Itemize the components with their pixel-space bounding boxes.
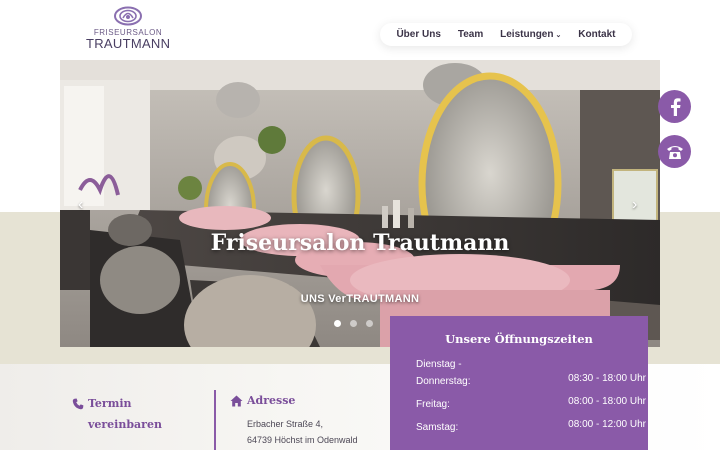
appointment-title[interactable]: Termin vereinbaren [72, 393, 192, 435]
address-street: Erbacher Straße 4, [247, 419, 324, 429]
address-title: Adresse [230, 393, 380, 409]
hours-time: 08:00 - 12:00 Uhr [568, 419, 646, 430]
nav-item-leistungen[interactable]: Leistungen ⌄ [500, 29, 561, 40]
slider-prev-arrow-icon[interactable]: ‹ [78, 196, 83, 214]
hours-time: 08:30 - 18:00 Uhr [568, 373, 646, 384]
hours-day-line1: Dienstag - [416, 359, 462, 370]
phone-button[interactable] [658, 135, 691, 168]
appointment-title-line2: vereinbaren [88, 418, 162, 431]
site-header: FRISEURSALON TRAUTMANN Über Uns Team Lei… [0, 0, 720, 60]
chevron-down-icon: ⌄ [555, 32, 562, 39]
slider-dots [334, 320, 373, 327]
slider-dot-1[interactable] [334, 320, 341, 327]
facebook-icon [670, 97, 680, 116]
hero-slider: Friseursalon Trautmann UNS VerTRAUTMANN [60, 60, 660, 347]
address-block: Adresse Erbacher Straße 4, 64739 Höchst … [230, 393, 380, 448]
slider-next-arrow-icon[interactable]: › [632, 196, 637, 214]
home-icon [230, 395, 243, 407]
hours-day: Samstag: [416, 422, 459, 433]
appointment-block: Termin vereinbaren [72, 393, 192, 435]
hours-day: Dienstag - Donnerstag: [416, 356, 470, 390]
nav-item-ueber-uns[interactable]: Über Uns [396, 29, 440, 40]
nav-item-leistungen-label: Leistungen [500, 29, 554, 40]
nav-item-team[interactable]: Team [458, 29, 483, 40]
hero-subtitle: UNS VerTRAUTMANN [300, 293, 420, 305]
hours-day: Freitag: [416, 399, 450, 410]
hours-day-line2: Donnerstag: [416, 376, 471, 387]
nav-item-kontakt[interactable]: Kontakt [578, 29, 615, 40]
hours-time: 08:00 - 18:00 Uhr [568, 396, 646, 407]
logo-big-text: TRAUTMANN [86, 36, 171, 51]
appointment-title-line1: Termin [88, 397, 132, 410]
opening-hours-card: Unsere Öffnungszeiten Dienstag - Donners… [390, 316, 648, 450]
phone-icon [72, 398, 84, 410]
slider-dot-2[interactable] [350, 320, 357, 327]
column-divider [214, 390, 216, 450]
slider-dot-3[interactable] [366, 320, 373, 327]
facebook-button[interactable] [658, 90, 691, 123]
hero-title: Friseursalon Trautmann [210, 230, 510, 256]
logo[interactable]: FRISEURSALON TRAUTMANN [86, 6, 170, 56]
main-nav: Über Uns Team Leistungen ⌄ Kontakt [380, 23, 632, 46]
address-title-text: Adresse [247, 394, 296, 407]
opening-hours-title: Unsere Öffnungszeiten [445, 332, 593, 346]
logo-emblem-icon [114, 6, 142, 26]
phone-icon [666, 145, 683, 159]
address-city: 64739 Höchst im Odenwald [247, 435, 358, 445]
